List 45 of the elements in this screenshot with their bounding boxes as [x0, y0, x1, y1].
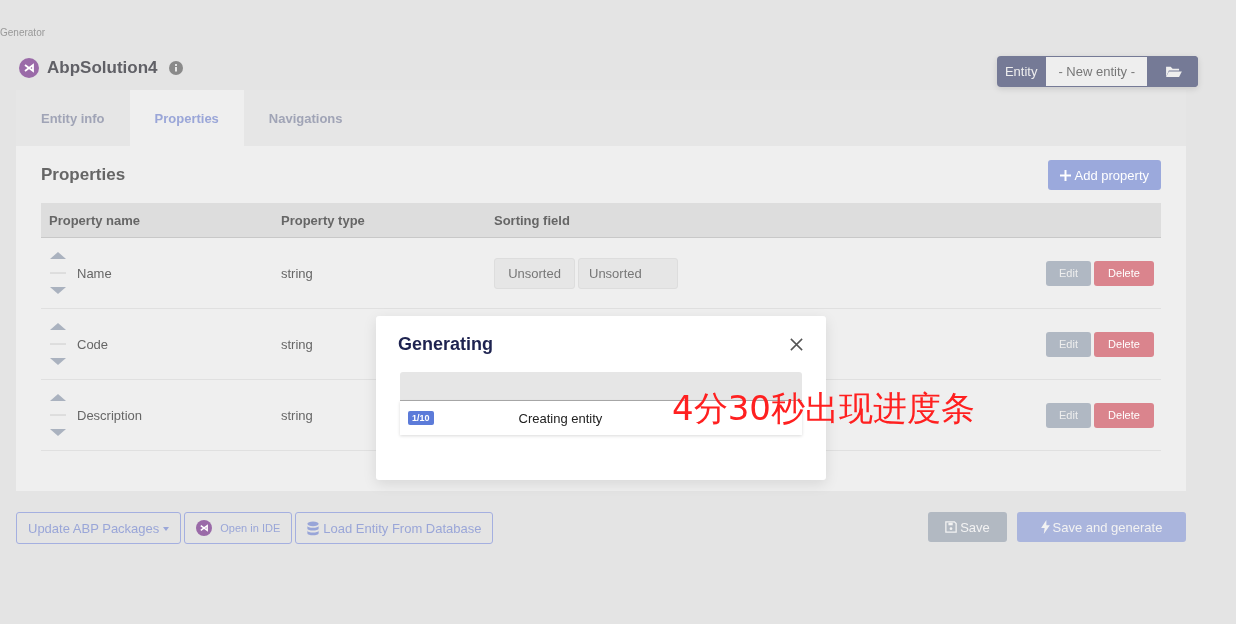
sort-button[interactable]: Unsorted: [494, 257, 575, 289]
add-property-button[interactable]: Add property: [1047, 160, 1161, 190]
entity-select[interactable]: - New entity -: [1045, 56, 1148, 87]
edit-button[interactable]: Edit: [1046, 331, 1091, 357]
property-name: Code: [77, 336, 109, 352]
edit-button[interactable]: Edit: [1046, 402, 1091, 428]
close-icon[interactable]: [789, 336, 804, 352]
column-header: Property type: [281, 212, 366, 228]
update-packages-dropdown[interactable]: Update ABP Packages: [16, 512, 182, 544]
lightning-icon: [1040, 520, 1050, 534]
column-header: Sorting field: [494, 212, 571, 228]
tab[interactable]: Properties: [129, 90, 244, 146]
dialog-title: Generating: [398, 333, 494, 355]
step-label: Creating entity: [518, 410, 603, 426]
ide-logo-icon: [19, 58, 39, 78]
section-heading: Properties: [41, 165, 126, 185]
entity-label: Entity: [1003, 63, 1039, 81]
open-folder-button[interactable]: [1148, 56, 1198, 87]
property-type: string: [281, 336, 313, 352]
delete-button[interactable]: Delete: [1094, 260, 1154, 286]
plus-icon: [1059, 169, 1071, 181]
info-icon[interactable]: [169, 61, 184, 75]
solution-title: AbpSolution4: [47, 58, 158, 78]
reorder-arrows-icon[interactable]: [49, 322, 67, 366]
step-counter: 1/10: [408, 411, 434, 425]
reorder-arrows-icon[interactable]: [49, 393, 67, 437]
property-name: Name: [77, 265, 112, 281]
delete-button[interactable]: Delete: [1094, 331, 1154, 357]
column-header: Property name: [48, 212, 142, 228]
ide-logo-icon: [196, 520, 213, 536]
delete-button[interactable]: Delete: [1094, 402, 1154, 428]
load-entity-button[interactable]: Load Entity From Database: [295, 512, 494, 544]
reorder-arrows-icon[interactable]: [49, 251, 67, 295]
property-type: string: [281, 407, 313, 423]
folder-icon: [1164, 65, 1182, 78]
tab[interactable]: Entity info: [16, 90, 130, 146]
sort-button[interactable]: Unsorted: [578, 257, 678, 289]
breadcrumb: Generator: [0, 26, 47, 40]
database-icon: [307, 520, 320, 536]
property-name: Description: [77, 407, 143, 423]
tab[interactable]: Navigations: [243, 90, 368, 146]
annotation-text: 4分30秒出现进度条: [672, 387, 975, 430]
edit-button[interactable]: Edit: [1046, 260, 1091, 286]
open-in-ide-button[interactable]: Open in IDE: [184, 512, 293, 544]
property-type: string: [281, 265, 313, 281]
